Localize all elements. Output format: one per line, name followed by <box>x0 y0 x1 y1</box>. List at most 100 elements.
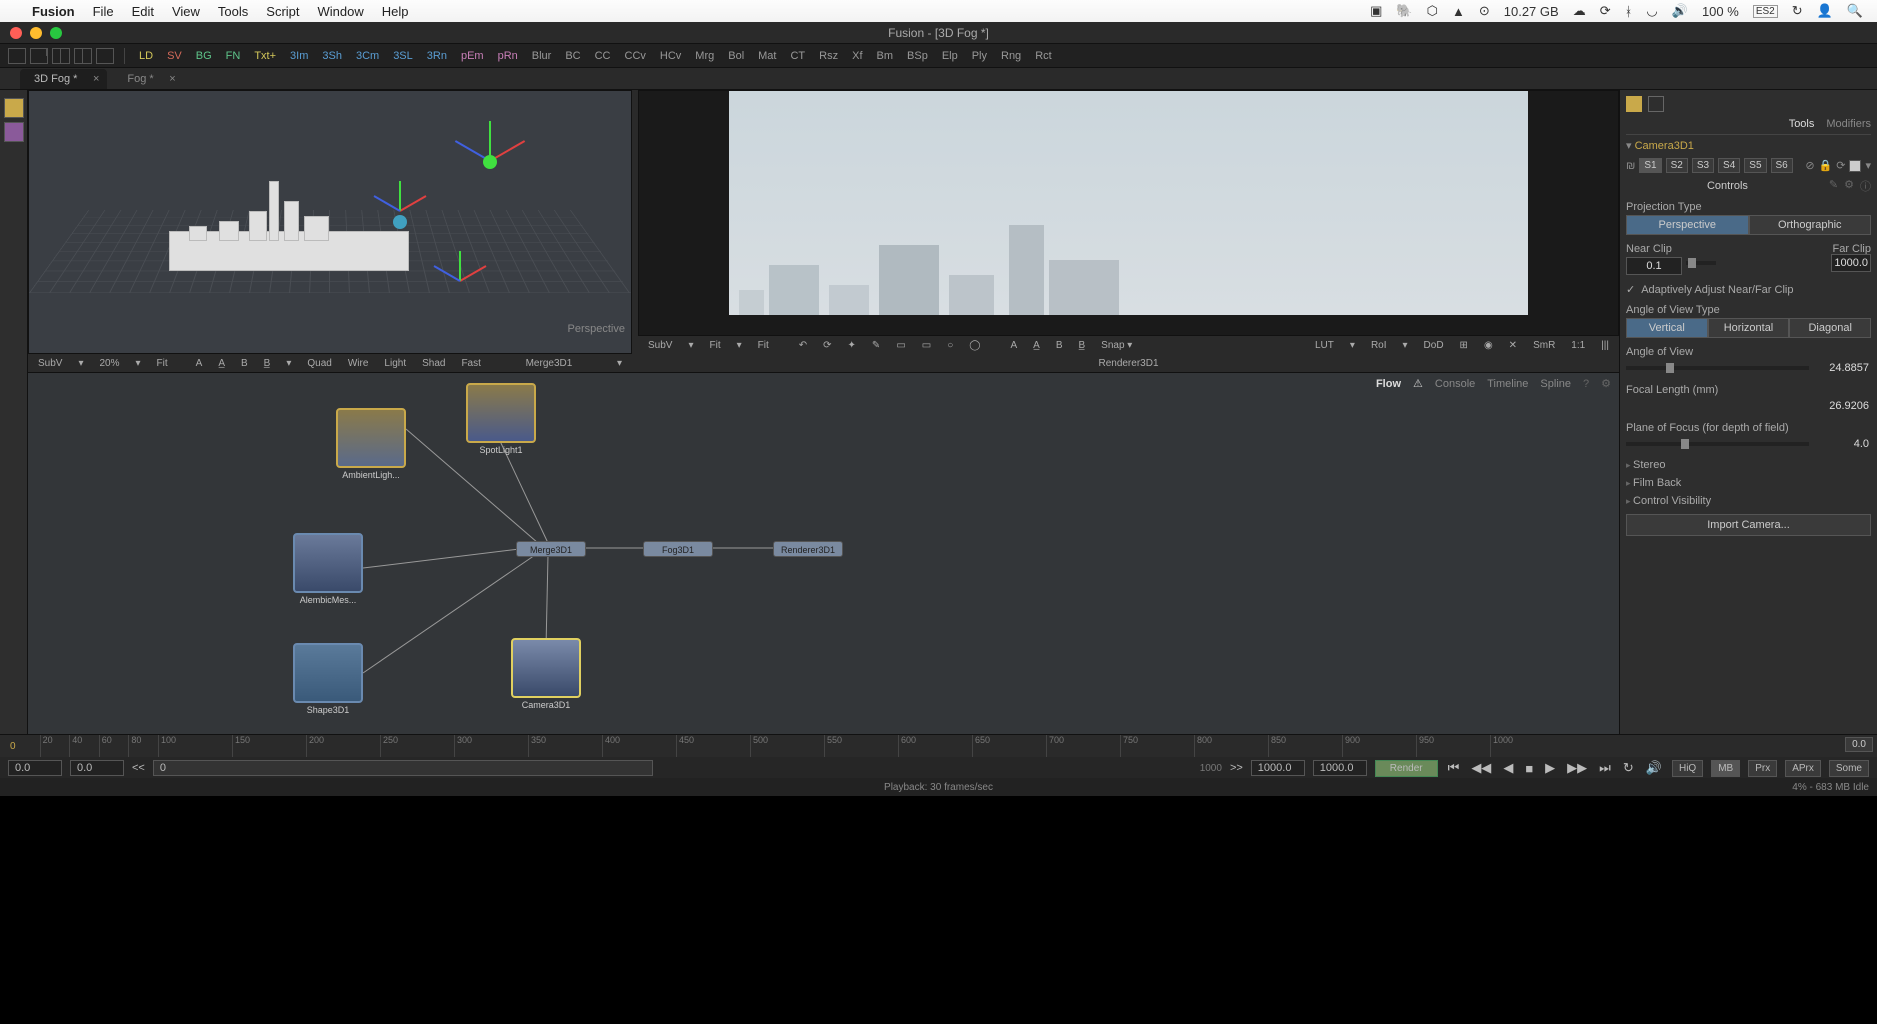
node-shape3d[interactable]: Shape3D1 <box>293 643 363 715</box>
tool-3im[interactable]: 3Im <box>284 50 314 62</box>
zoom-window-button[interactable] <box>50 27 62 39</box>
fit-button[interactable]: Fit <box>153 358 172 369</box>
loop-icon[interactable]: ↻ <box>1621 760 1636 776</box>
menu-script[interactable]: Script <box>266 4 299 19</box>
dropdown-icon[interactable]: ▾ <box>282 358 295 369</box>
color-swatch[interactable] <box>1849 160 1861 172</box>
channel-a[interactable]: A <box>1006 340 1021 351</box>
mb-button[interactable]: MB <box>1711 760 1740 777</box>
warning-icon[interactable]: ⚠ <box>1413 377 1423 390</box>
inspector-check-icon[interactable] <box>1648 96 1664 112</box>
current-frame[interactable]: 0 <box>153 760 653 776</box>
step-fwd-icon[interactable]: ▶▶ <box>1565 760 1589 776</box>
gear-icon[interactable]: ⚙ <box>1601 377 1611 390</box>
edit-icon[interactable]: ✎ <box>1829 178 1838 194</box>
tool-bsp[interactable]: BSp <box>901 50 934 62</box>
tool-icon[interactable]: ✦ <box>844 340 860 351</box>
evernote-icon[interactable]: 🐘 <box>1396 3 1412 19</box>
go-start-icon[interactable]: ⏮ <box>1446 760 1462 776</box>
file-tab-fog[interactable]: Fog *× <box>113 69 183 89</box>
strip-icon[interactable] <box>4 122 24 142</box>
state-s4[interactable]: S4 <box>1718 158 1740 173</box>
close-tab-icon[interactable]: × <box>169 73 175 85</box>
state-s5[interactable]: S5 <box>1744 158 1766 173</box>
channel-au[interactable]: A̲ <box>1029 340 1044 351</box>
subv-button[interactable]: SubV <box>34 358 66 369</box>
channel-bu[interactable]: B̲ <box>260 358 275 369</box>
state-s2[interactable]: S2 <box>1666 158 1688 173</box>
channel-b[interactable]: B <box>237 358 252 369</box>
tool-xf[interactable]: Xf <box>846 50 868 62</box>
grid-icon[interactable]: ⊞ <box>1456 340 1472 351</box>
some-button[interactable]: Some <box>1829 760 1869 777</box>
inspector-tab-modifiers[interactable]: Modifiers <box>1826 118 1871 130</box>
range-start[interactable]: 0.0 <box>8 760 62 776</box>
aprx-button[interactable]: APrx <box>1785 760 1821 777</box>
aov-value[interactable]: 24.8857 <box>1815 360 1871 376</box>
close-tab-icon[interactable]: × <box>93 73 99 85</box>
dropdown-icon[interactable]: ▾ <box>1399 340 1412 351</box>
layout-single[interactable] <box>8 48 26 64</box>
dod-button[interactable]: DoD <box>1420 340 1448 351</box>
tool-bm[interactable]: Bm <box>871 50 900 62</box>
tool-rsz[interactable]: Rsz <box>813 50 844 62</box>
layout-hsplit[interactable] <box>30 48 48 64</box>
sync-icon[interactable]: ⟳ <box>1600 3 1611 19</box>
scale-11-button[interactable]: 1:1 <box>1567 340 1589 351</box>
tool-mrg[interactable]: Mrg <box>689 50 720 62</box>
bars-icon[interactable]: ||| <box>1597 340 1613 351</box>
farclip-input[interactable]: 1000.0 <box>1831 254 1871 272</box>
aov-horizontal[interactable]: Horizontal <box>1708 318 1790 338</box>
cloud-icon[interactable]: ☁ <box>1573 3 1586 19</box>
layout-quad[interactable] <box>74 48 92 64</box>
menu-help[interactable]: Help <box>382 4 409 19</box>
user-icon[interactable]: 👤 <box>1817 3 1833 19</box>
play-icon[interactable]: ▶ <box>1543 760 1557 776</box>
edit-icon[interactable]: ✎ <box>868 340 884 351</box>
tool-bg[interactable]: BG <box>190 50 218 62</box>
go-end-icon[interactable]: ⏭ <box>1597 760 1613 776</box>
shad-button[interactable]: Shad <box>418 358 449 369</box>
node-renderer3d[interactable]: Renderer3D1 <box>773 541 843 557</box>
dropdown-icon[interactable]: ▾ <box>1865 159 1871 172</box>
channel-b[interactable]: B <box>1052 340 1067 351</box>
tool-bc[interactable]: BC <box>559 50 586 62</box>
audio-icon[interactable]: 🔊 <box>1644 760 1664 776</box>
render-button[interactable]: Render <box>1375 760 1438 777</box>
close-icon[interactable]: ✕ <box>1505 340 1521 351</box>
timeline-endvalue[interactable]: 0.0 <box>1845 737 1873 752</box>
tool-prn[interactable]: pRn <box>492 50 524 62</box>
info-icon[interactable]: ⓘ <box>1860 178 1871 194</box>
import-camera-button[interactable]: Import Camera... <box>1626 514 1871 536</box>
tool-rng[interactable]: Rng <box>995 50 1027 62</box>
stop-icon[interactable]: ■ <box>1523 761 1535 776</box>
drive-icon[interactable]: ▲ <box>1452 4 1465 19</box>
dropdown-icon[interactable]: ▾ <box>1346 340 1359 351</box>
range-start-b[interactable]: 0.0 <box>70 760 124 776</box>
step-back-icon[interactable]: ◀◀ <box>1469 760 1493 776</box>
viewer-render[interactable] <box>638 90 1619 336</box>
quad-button[interactable]: Quad <box>303 358 335 369</box>
undo-icon[interactable]: ↶ <box>795 340 811 351</box>
roi-button[interactable]: RoI <box>1367 340 1391 351</box>
inspector-node-name[interactable]: Camera3D1 <box>1635 140 1694 152</box>
light-button[interactable]: Light <box>380 358 410 369</box>
forward-button[interactable]: >> <box>1230 762 1243 774</box>
dropdown-icon[interactable]: ▾ <box>132 358 145 369</box>
flow-tab-spline[interactable]: Spline <box>1540 378 1571 390</box>
tool-mat[interactable]: Mat <box>752 50 782 62</box>
circle-icon[interactable]: ○ <box>943 340 957 351</box>
gear-icon[interactable]: ⚙ <box>1844 178 1854 194</box>
twirl-filmback[interactable]: Film Back <box>1626 474 1871 492</box>
focal-value[interactable]: 26.9206 <box>1815 398 1871 414</box>
channel-bu[interactable]: B̲ <box>1074 340 1089 351</box>
target-icon[interactable]: ◉ <box>1480 340 1497 351</box>
tool-sv[interactable]: SV <box>161 50 188 62</box>
node-ambientlight[interactable]: AmbientLigh... <box>336 408 406 480</box>
play-back-icon[interactable]: ◀ <box>1501 760 1515 776</box>
tool-3sl[interactable]: 3SL <box>387 50 419 62</box>
tool-blur[interactable]: Blur <box>526 50 558 62</box>
node-merge3d[interactable]: Merge3D1 <box>516 541 586 557</box>
menu-file[interactable]: File <box>93 4 114 19</box>
tool-txt[interactable]: Txt+ <box>248 50 282 62</box>
